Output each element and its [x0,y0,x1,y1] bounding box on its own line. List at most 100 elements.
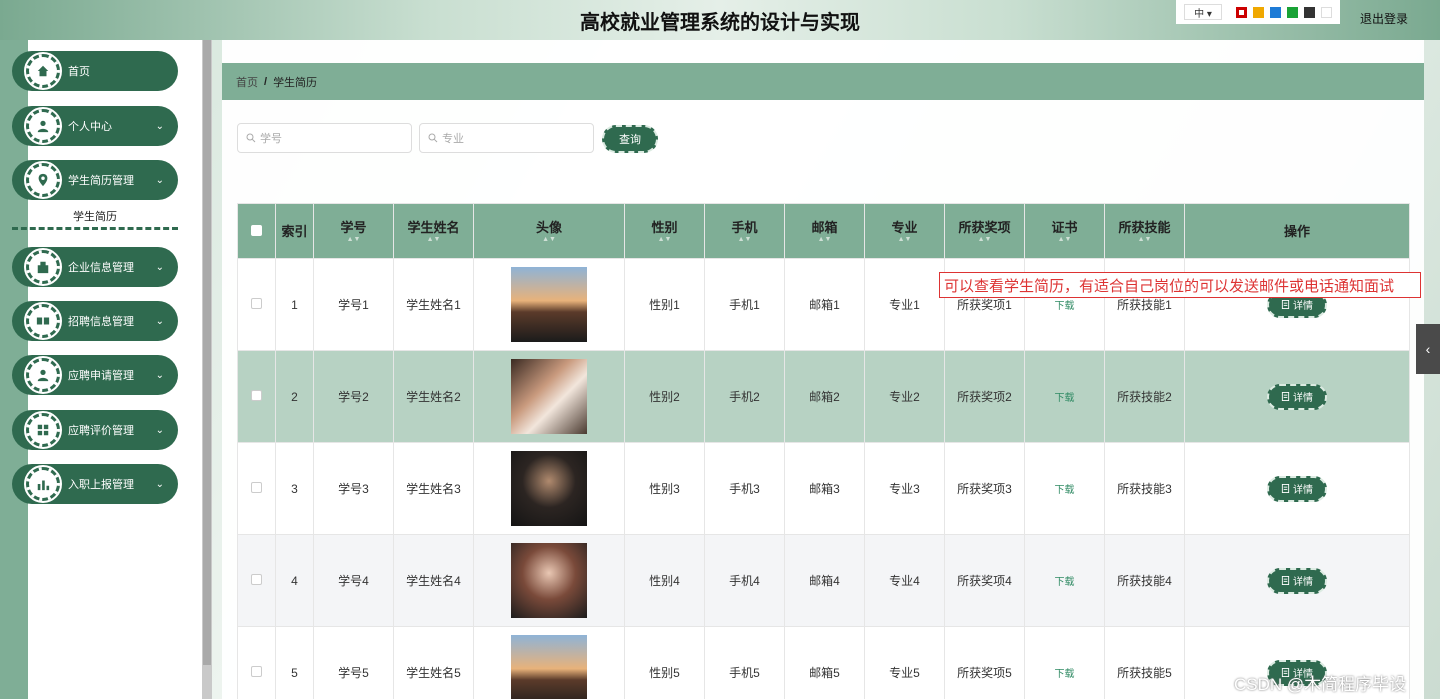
action-cell: 详情 [1184,350,1410,443]
sidebar-item-personal[interactable]: 个人中心 ⌄ [12,106,178,146]
column-header: 索引 [275,203,314,259]
logout-link[interactable]: 退出登录 [1360,10,1408,27]
theme-dark-swatch[interactable] [1304,6,1315,18]
column-header[interactable]: 学生姓名 ▲▼ [393,203,474,259]
row-select-cell [237,258,276,351]
major-search-input[interactable]: 专业 [419,123,594,153]
email-cell: 邮箱2 [784,350,865,443]
sort-icon[interactable]: ▲▼ [394,236,473,243]
column-header[interactable]: 性别 ▲▼ [624,203,705,259]
row-select-cell [237,350,276,443]
scrollbar-thumb[interactable] [203,40,211,665]
sort-icon[interactable]: ▲▼ [945,236,1024,243]
header-label: 索引 [281,223,308,239]
column-header: 操作 [1184,203,1410,259]
sort-icon[interactable]: ▲▼ [785,236,864,243]
sort-icon[interactable]: ▲▼ [705,236,784,243]
column-header[interactable]: 邮箱 ▲▼ [784,203,865,259]
detail-button[interactable]: 详情 [1267,475,1327,502]
student-name-cell: 学生姓名4 [393,534,474,627]
sidebar-scrollbar[interactable] [202,40,212,699]
row-checkbox[interactable] [251,481,262,493]
grid-icon [24,411,62,449]
sidebar-item-application[interactable]: 应聘申请管理 ⌄ [12,355,178,395]
breadcrumb-home[interactable]: 首页 [236,74,258,90]
major-cell: 专业5 [864,626,945,699]
avatar [511,359,587,434]
row-checkbox[interactable] [251,665,262,677]
sidebar-item-company[interactable]: 企业信息管理 ⌄ [12,247,178,287]
table-row[interactable]: 3 学号3 学生姓名3 性别3 手机3 邮箱3 专业3 所获奖项3 下载 所获技能3 详情 [237,442,1410,535]
download-link[interactable]: 下载 [1055,577,1075,588]
avatar-cell [473,534,625,627]
student-name-cell: 学生姓名2 [393,350,474,443]
column-header[interactable]: 头像 ▲▼ [473,203,625,259]
chevron-down-icon: ⌄ [155,261,164,273]
theme-orange-swatch[interactable] [1253,6,1264,18]
column-header[interactable]: 手机 ▲▼ [704,203,785,259]
student-name-cell: 学生姓名1 [393,258,474,351]
row-checkbox[interactable] [251,573,262,585]
header-label: 证书 [1051,220,1078,235]
student-id-cell: 学号1 [313,258,394,351]
email-cell: 邮箱3 [784,442,865,535]
theme-green-swatch[interactable] [1287,6,1298,18]
download-link[interactable]: 下载 [1055,393,1075,404]
header-label: 专业 [891,220,918,235]
download-link[interactable]: 下载 [1055,485,1075,496]
row-checkbox[interactable] [251,297,262,309]
skills-cell: 所获技能4 [1104,534,1185,627]
theme-white-swatch[interactable] [1321,6,1332,18]
sort-icon[interactable]: ▲▼ [314,236,393,243]
detail-button[interactable]: 详情 [1267,567,1327,594]
sidebar-item-label: 应聘申请管理 [68,370,134,382]
sort-icon[interactable]: ▲▼ [1105,236,1184,243]
detail-label: 详情 [1293,393,1313,404]
header-label: 邮箱 [811,220,838,235]
query-button[interactable]: 查询 [602,125,658,153]
theme-red-swatch[interactable] [1236,6,1247,18]
sidebar-item-resume[interactable]: 学生简历管理 ⌄ [12,160,178,200]
row-checkbox[interactable] [251,389,262,401]
chart-icon [24,465,62,503]
sidebar-subitem-resume[interactable]: 学生简历 [12,204,178,230]
avatar [511,543,587,618]
download-link[interactable]: 下载 [1055,669,1075,680]
sidebar-item-onboard[interactable]: 入职上报管理 ⌄ [12,464,178,504]
sidebar-item-recruit[interactable]: 招聘信息管理 ⌄ [12,301,178,341]
sort-icon[interactable]: ▲▼ [865,236,944,243]
action-cell: 详情 [1184,442,1410,535]
email-cell: 邮箱4 [784,534,865,627]
collapse-panel-tab[interactable]: ‹ [1416,324,1440,374]
chevron-down-icon: ⌄ [155,369,164,381]
select-all-checkbox[interactable] [251,224,262,236]
column-header[interactable]: 所获技能 ▲▼ [1104,203,1185,259]
chevron-down-icon: ⌄ [155,315,164,327]
column-header[interactable]: 专业 ▲▼ [864,203,945,259]
avatar [511,635,587,699]
phone-cell: 手机4 [704,534,785,627]
sort-icon[interactable]: ▲▼ [625,236,704,243]
column-header[interactable]: 学号 ▲▼ [313,203,394,259]
row-select-cell [237,534,276,627]
sidebar-item-evaluation[interactable]: 应聘评价管理 ⌄ [12,410,178,450]
detail-button[interactable]: 详情 [1267,383,1327,410]
column-header[interactable]: 证书 ▲▼ [1024,203,1105,259]
detail-label: 详情 [1293,301,1313,312]
student-name-cell: 学生姓名3 [393,442,474,535]
header-label: 所获技能 [1118,220,1171,235]
sort-icon[interactable]: ▲▼ [1025,236,1104,243]
column-header[interactable]: 所获奖项 ▲▼ [944,203,1025,259]
language-select[interactable]: 中 ▾ [1184,4,1222,20]
table-row[interactable]: 2 学号2 学生姓名2 性别2 手机2 邮箱2 专业2 所获奖项2 下载 所获技能2 详情 [237,350,1410,443]
student-id-search-input[interactable]: 学号 [237,123,412,153]
theme-blue-swatch[interactable] [1270,6,1281,18]
table-row[interactable]: 4 学号4 学生姓名4 性别4 手机4 邮箱4 专业4 所获奖项4 下载 所获技能4 详情 [237,534,1410,627]
sidebar-item-home[interactable]: 首页 [12,51,178,91]
awards-cell: 所获奖项5 [944,626,1025,699]
breadcrumb: 首页 / 学生简历 [222,63,1424,100]
sidebar-item-label: 应聘评价管理 [68,425,134,437]
sort-icon[interactable]: ▲▼ [474,236,624,243]
detail-label: 详情 [1293,577,1313,588]
download-link[interactable]: 下载 [1055,301,1075,312]
